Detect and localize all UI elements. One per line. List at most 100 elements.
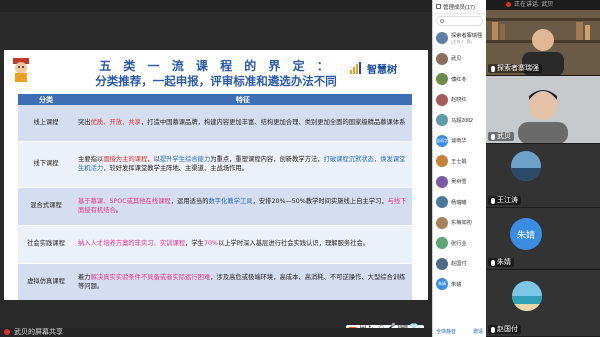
member-avatar bbox=[436, 52, 448, 65]
member-name-text: 赵晓红 bbox=[451, 97, 467, 104]
member-name: 武贝 bbox=[451, 55, 461, 62]
feature-text-segment: 优质、开放、共享 bbox=[90, 119, 141, 127]
video-tile-participant[interactable]: 赵国付 bbox=[486, 270, 600, 337]
member-avatar bbox=[436, 93, 448, 106]
member-list-item[interactable]: 朱婧 朱婧 bbox=[433, 274, 486, 295]
video-tile-label: 探索者寨瑞强 bbox=[488, 64, 542, 73]
course-category: 虚拟仿真课程 bbox=[18, 263, 74, 300]
member-list-item[interactable]: 赵国付 bbox=[433, 254, 486, 275]
search-icon bbox=[440, 19, 444, 23]
mic-icon bbox=[491, 197, 495, 204]
member-name-text: 傅红冬 bbox=[451, 76, 467, 83]
member-list-item[interactable]: 傅红冬 bbox=[433, 69, 486, 90]
member-avatar bbox=[436, 216, 448, 229]
member-list-item[interactable]: 杨瑞曦 bbox=[433, 192, 486, 213]
member-avatar bbox=[436, 196, 448, 209]
invite-button[interactable]: 邀请 bbox=[473, 328, 483, 335]
member-avatar bbox=[436, 175, 448, 188]
video-tile-speaker[interactable]: 武贝 bbox=[486, 76, 600, 144]
table-header-row: 分类 特征 bbox=[18, 94, 412, 105]
member-name: 王士娟 bbox=[451, 158, 467, 165]
feature-text-segment: 着力 bbox=[78, 273, 91, 281]
feature-text-segment: 以上学时深入基层进行社会实践认识，理解服务社会。 bbox=[217, 240, 370, 248]
member-name: 杨瑞曦 bbox=[451, 199, 467, 206]
course-feature: 纳入人才培养方案的非实习、实训课程，学生70%以上学时深入基层进行社会实践认识，… bbox=[74, 225, 412, 264]
feature-text-segment: ，运用适当的 bbox=[170, 197, 209, 205]
member-avatar: 朱婧 bbox=[436, 278, 448, 291]
member-panel-header: 管理成员(17) bbox=[433, 0, 486, 14]
feature-text-segment: ，以 bbox=[147, 155, 160, 163]
feature-text-segment: ，安排20%—50%教学时间实施线上自主学习， bbox=[252, 197, 388, 205]
member-name-text: 杨瑞曦 bbox=[451, 199, 467, 206]
meeting-window: 五 类 一 流 课 程 的 界 定 ： 分类推荐，一起申报，评审标准和遴选办法不… bbox=[0, 0, 600, 337]
feature-text-segment: 解决真实实验条件不具备或者实际运行困难 bbox=[90, 273, 211, 281]
member-avatar bbox=[436, 114, 448, 127]
feature-text-segment: ，较好发挥课堂教学主阵地、主渠道、主战场作用。 bbox=[103, 165, 249, 172]
member-name: 傅红冬 bbox=[451, 76, 467, 83]
member-list-item[interactable]: 吴树雪 bbox=[433, 172, 486, 193]
feature-text-segment: 突出 bbox=[78, 119, 91, 127]
video-tile-label: 武贝 bbox=[488, 132, 514, 141]
member-avatar: 谈雨华 bbox=[436, 134, 448, 147]
video-tile-label: 朱婧 bbox=[488, 258, 514, 267]
feature-text-segment: 基于慕课、SPOC或其他在线课程 bbox=[78, 197, 171, 205]
member-list-item[interactable]: 马超2002 bbox=[433, 110, 486, 131]
member-name: 探索者寨瑞强 (主持人, 我) bbox=[451, 32, 482, 45]
member-role: (主持人, 我) bbox=[451, 38, 472, 44]
speaking-dot-icon bbox=[506, 2, 511, 7]
mute-all-button[interactable]: 全体静音 bbox=[436, 328, 456, 335]
speaking-label: 正在讲话: 武贝 bbox=[514, 2, 554, 8]
member-list-item[interactable]: 武贝 bbox=[433, 49, 486, 70]
member-name: 张行业 bbox=[451, 240, 467, 247]
course-category: 线下课程 bbox=[18, 141, 74, 188]
mic-icon bbox=[491, 326, 495, 333]
table-row: 虚拟仿真课程 着力解决真实实验条件不具备或者实际运行困难，涉及高危或极端环境，高成… bbox=[18, 263, 412, 300]
course-feature: 突出优质、开放、共享，打造中国慕课品牌，构建内容更加丰富、结构更加合理、类别更加… bbox=[74, 105, 412, 142]
video-tile-participant[interactable]: 朱婧 朱婧 bbox=[486, 208, 600, 270]
member-count-title: 管理成员(17) bbox=[443, 4, 475, 11]
member-list-item[interactable]: 谈雨华 谈雨华 bbox=[433, 131, 486, 152]
member-name: 赵国付 bbox=[451, 260, 467, 267]
member-name: 赵晓红 bbox=[451, 96, 467, 103]
logo-text: 智慧树 bbox=[367, 64, 397, 76]
member-avatar bbox=[436, 32, 448, 45]
table-header-category: 分类 bbox=[18, 94, 74, 105]
avatar-circle: 朱婧 bbox=[510, 218, 542, 250]
member-name-text: 马超2002 bbox=[451, 117, 473, 124]
member-list-item[interactable]: 东梅如初 bbox=[433, 213, 486, 234]
member-name-text: 朱婧 bbox=[451, 281, 462, 288]
member-name-text: 探索者寨瑞强 bbox=[451, 32, 483, 39]
member-name-text: 赵国付 bbox=[451, 261, 467, 268]
feature-text-segment: 为重点，重塑课程内容，创新教学方法， bbox=[210, 155, 324, 163]
member-name: 东梅如初 bbox=[451, 219, 472, 226]
mic-icon bbox=[491, 65, 495, 72]
course-category: 线上课程 bbox=[18, 105, 74, 142]
member-avatar bbox=[436, 237, 448, 250]
member-list-item[interactable]: 探索者寨瑞强 (主持人, 我) bbox=[433, 28, 486, 49]
mic-icon bbox=[491, 259, 495, 266]
member-name-text: 张行业 bbox=[451, 240, 467, 247]
member-list-item[interactable]: 张行业 bbox=[433, 233, 486, 254]
feature-text-segment: ，学生 bbox=[185, 240, 204, 248]
member-name-text: 王士娟 bbox=[451, 158, 467, 165]
sharing-indicator-icon bbox=[4, 329, 10, 335]
feature-text-segment: ，打造中国慕课品牌，构建内容更加丰富、结构更加合理、类别更加全面的国家级精品慕课… bbox=[140, 119, 406, 127]
table-row: 社会实践课程 纳入人才培养方案的非实习、实训课程，学生70%以上学时深入基层进行社… bbox=[18, 225, 412, 264]
title-bar bbox=[0, 0, 432, 12]
member-name: 朱婧 bbox=[451, 281, 461, 288]
member-search-input[interactable] bbox=[436, 16, 483, 26]
zhihuishu-logo: 智慧树 bbox=[350, 60, 414, 76]
course-feature: 主要指以面授为主的课程，以提升学生综合能力为重点，重塑课程内容，创新教学方法，打… bbox=[74, 141, 412, 188]
member-list: 探索者寨瑞强 (主持人, 我) 武贝傅红冬赵晓红马超2002 谈雨华 谈雨华王士娟吴树雪… bbox=[433, 28, 486, 295]
course-category: 社会实践课程 bbox=[18, 225, 74, 264]
video-tile-participant[interactable]: 王江涛 bbox=[486, 144, 600, 208]
member-avatar bbox=[436, 73, 448, 86]
mic-icon bbox=[491, 133, 495, 140]
member-list-item[interactable]: 王士娟 bbox=[433, 151, 486, 172]
feature-text-segment: 70% bbox=[203, 240, 218, 248]
video-tile-host[interactable]: 探索者寨瑞强 bbox=[486, 10, 600, 76]
member-name: 吴树雪 bbox=[451, 178, 467, 185]
member-list-item[interactable]: 赵晓红 bbox=[433, 90, 486, 111]
table-row: 混合式课程 基于慕课、SPOC或其他在线课程，运用适当的数字化教学工具，安排20%… bbox=[18, 187, 412, 226]
sharer-label: 武贝的屏幕共享 bbox=[14, 329, 63, 336]
